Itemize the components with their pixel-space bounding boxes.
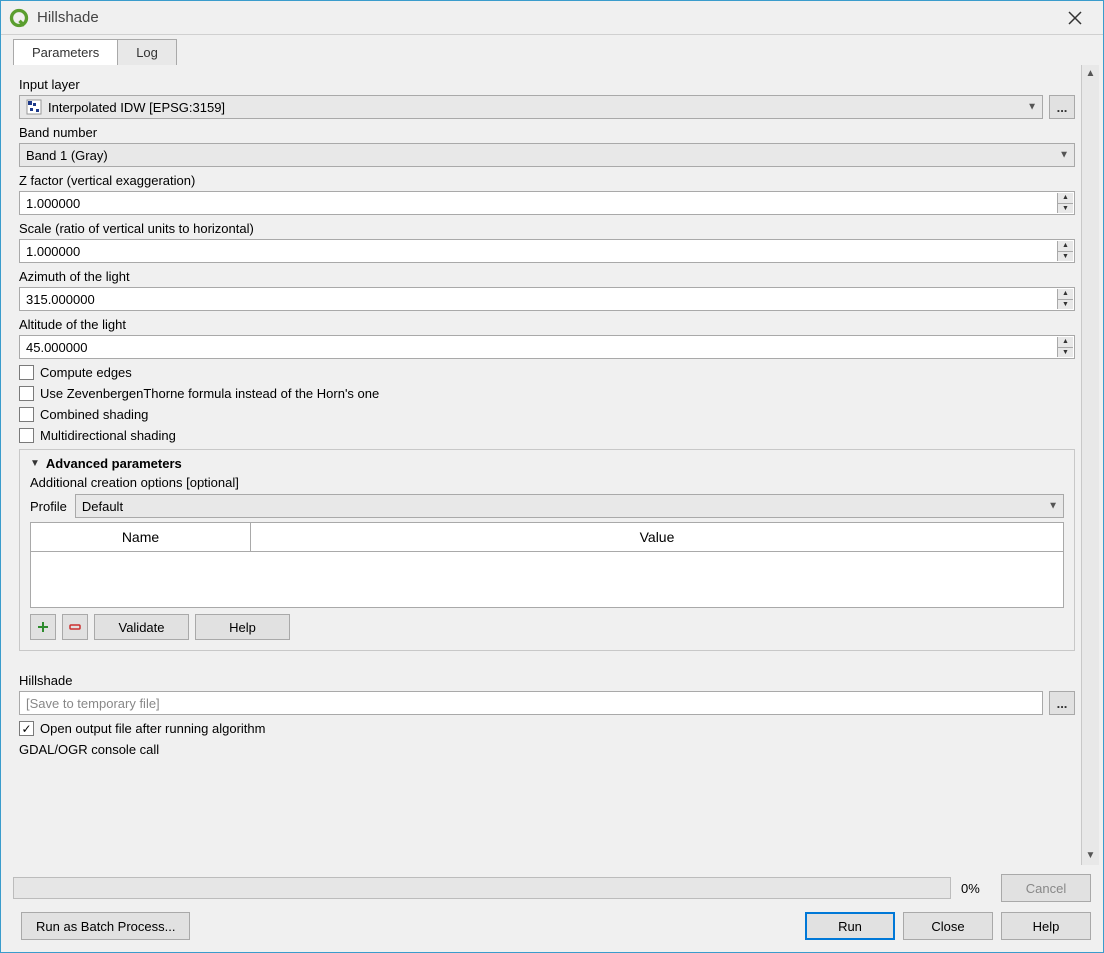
chevron-down-icon: ▼ bbox=[1048, 501, 1058, 512]
minus-icon bbox=[68, 620, 82, 634]
z-factor-input[interactable]: 1.000000 ▲▼ bbox=[19, 191, 1075, 215]
triangle-down-icon: ▼ bbox=[30, 458, 40, 469]
output-path-input[interactable]: [Save to temporary file] bbox=[19, 691, 1043, 715]
advanced-label: Advanced parameters bbox=[46, 456, 182, 471]
run-button[interactable]: Run bbox=[805, 912, 895, 940]
scroll-down-icon[interactable]: ▼ bbox=[1086, 851, 1096, 861]
input-layer-combo[interactable]: Interpolated IDW [EPSG:3159] ▼ bbox=[19, 95, 1043, 119]
scale-input[interactable]: 1.000000 ▲▼ bbox=[19, 239, 1075, 263]
band-number-combo[interactable]: Band 1 (Gray) ▼ bbox=[19, 143, 1075, 167]
qgis-icon bbox=[9, 8, 29, 28]
multidirectional-checkbox[interactable] bbox=[19, 428, 34, 443]
band-number-label: Band number bbox=[19, 125, 1075, 140]
value-column-header: Value bbox=[251, 523, 1063, 551]
combined-shading-checkbox[interactable] bbox=[19, 407, 34, 422]
content-area: Input layer Interpolated IDW [EPSG:3159] bbox=[1, 65, 1103, 865]
options-help-button[interactable]: Help bbox=[195, 614, 290, 640]
run-batch-button[interactable]: Run as Batch Process... bbox=[21, 912, 190, 940]
advanced-parameters-toggle[interactable]: ▼ Advanced parameters bbox=[30, 456, 1064, 471]
validate-button[interactable]: Validate bbox=[94, 614, 189, 640]
zevenbergen-label: Use ZevenbergenThorne formula instead of… bbox=[40, 386, 379, 401]
tab-log[interactable]: Log bbox=[117, 39, 177, 65]
window-title: Hillshade bbox=[37, 9, 1055, 26]
scroll-up-icon[interactable]: ▲ bbox=[1086, 69, 1096, 79]
open-output-label: Open output file after running algorithm bbox=[40, 721, 265, 736]
plus-icon bbox=[36, 620, 50, 634]
chevron-down-icon: ▼ bbox=[1027, 102, 1037, 113]
tab-bar: Parameters Log bbox=[1, 35, 1103, 65]
altitude-label: Altitude of the light bbox=[19, 317, 1075, 332]
close-button[interactable]: Close bbox=[903, 912, 993, 940]
input-layer-value: Interpolated IDW [EPSG:3159] bbox=[48, 100, 225, 115]
azimuth-input[interactable]: 315.000000 ▲▼ bbox=[19, 287, 1075, 311]
profile-value: Default bbox=[82, 499, 123, 514]
output-label: Hillshade bbox=[19, 673, 1075, 688]
profile-combo[interactable]: Default ▼ bbox=[75, 494, 1064, 518]
z-factor-value: 1.000000 bbox=[26, 196, 80, 211]
azimuth-spinner[interactable]: ▲▼ bbox=[1057, 289, 1073, 309]
progress-percent: 0% bbox=[961, 881, 991, 896]
dialog-footer: 0% Cancel Run as Batch Process... Run Cl… bbox=[1, 865, 1103, 952]
azimuth-value: 315.000000 bbox=[26, 292, 95, 307]
scale-label: Scale (ratio of vertical units to horizo… bbox=[19, 221, 1075, 236]
add-option-button[interactable] bbox=[30, 614, 56, 640]
creation-options-body bbox=[31, 552, 1063, 607]
console-call-label: GDAL/OGR console call bbox=[19, 742, 1075, 757]
compute-edges-label: Compute edges bbox=[40, 365, 132, 380]
vertical-scrollbar[interactable]: ▲ ▼ bbox=[1081, 65, 1099, 865]
help-button[interactable]: Help bbox=[1001, 912, 1091, 940]
altitude-input[interactable]: 45.000000 ▲▼ bbox=[19, 335, 1075, 359]
zevenbergen-checkbox[interactable] bbox=[19, 386, 34, 401]
additional-options-label: Additional creation options [optional] bbox=[30, 475, 1064, 490]
advanced-parameters-group: ▼ Advanced parameters Additional creatio… bbox=[19, 449, 1075, 651]
raster-layer-icon bbox=[26, 99, 42, 115]
combined-shading-label: Combined shading bbox=[40, 407, 148, 422]
scale-spinner[interactable]: ▲▼ bbox=[1057, 241, 1073, 261]
parameters-form: Input layer Interpolated IDW [EPSG:3159] bbox=[13, 65, 1081, 865]
titlebar: Hillshade bbox=[1, 1, 1103, 35]
chevron-down-icon: ▼ bbox=[1059, 150, 1069, 161]
profile-label: Profile bbox=[30, 499, 67, 514]
altitude-value: 45.000000 bbox=[26, 340, 87, 355]
output-placeholder: [Save to temporary file] bbox=[26, 696, 160, 711]
creation-options-table[interactable]: Name Value bbox=[30, 522, 1064, 608]
remove-option-button[interactable] bbox=[62, 614, 88, 640]
z-factor-spinner[interactable]: ▲▼ bbox=[1057, 193, 1073, 213]
input-layer-label: Input layer bbox=[19, 77, 1075, 92]
multidirectional-label: Multidirectional shading bbox=[40, 428, 176, 443]
name-column-header: Name bbox=[31, 523, 251, 551]
azimuth-label: Azimuth of the light bbox=[19, 269, 1075, 284]
close-icon[interactable] bbox=[1055, 4, 1095, 32]
band-number-value: Band 1 (Gray) bbox=[26, 148, 108, 163]
hillshade-dialog: Hillshade Parameters Log Input layer bbox=[0, 0, 1104, 953]
scale-value: 1.000000 bbox=[26, 244, 80, 259]
input-layer-browse-button[interactable]: ... bbox=[1049, 95, 1075, 119]
cancel-button: Cancel bbox=[1001, 874, 1091, 902]
compute-edges-checkbox[interactable] bbox=[19, 365, 34, 380]
progress-bar bbox=[13, 877, 951, 899]
z-factor-label: Z factor (vertical exaggeration) bbox=[19, 173, 1075, 188]
output-browse-button[interactable]: ... bbox=[1049, 691, 1075, 715]
altitude-spinner[interactable]: ▲▼ bbox=[1057, 337, 1073, 357]
open-output-checkbox[interactable] bbox=[19, 721, 34, 736]
tab-parameters[interactable]: Parameters bbox=[13, 39, 118, 65]
